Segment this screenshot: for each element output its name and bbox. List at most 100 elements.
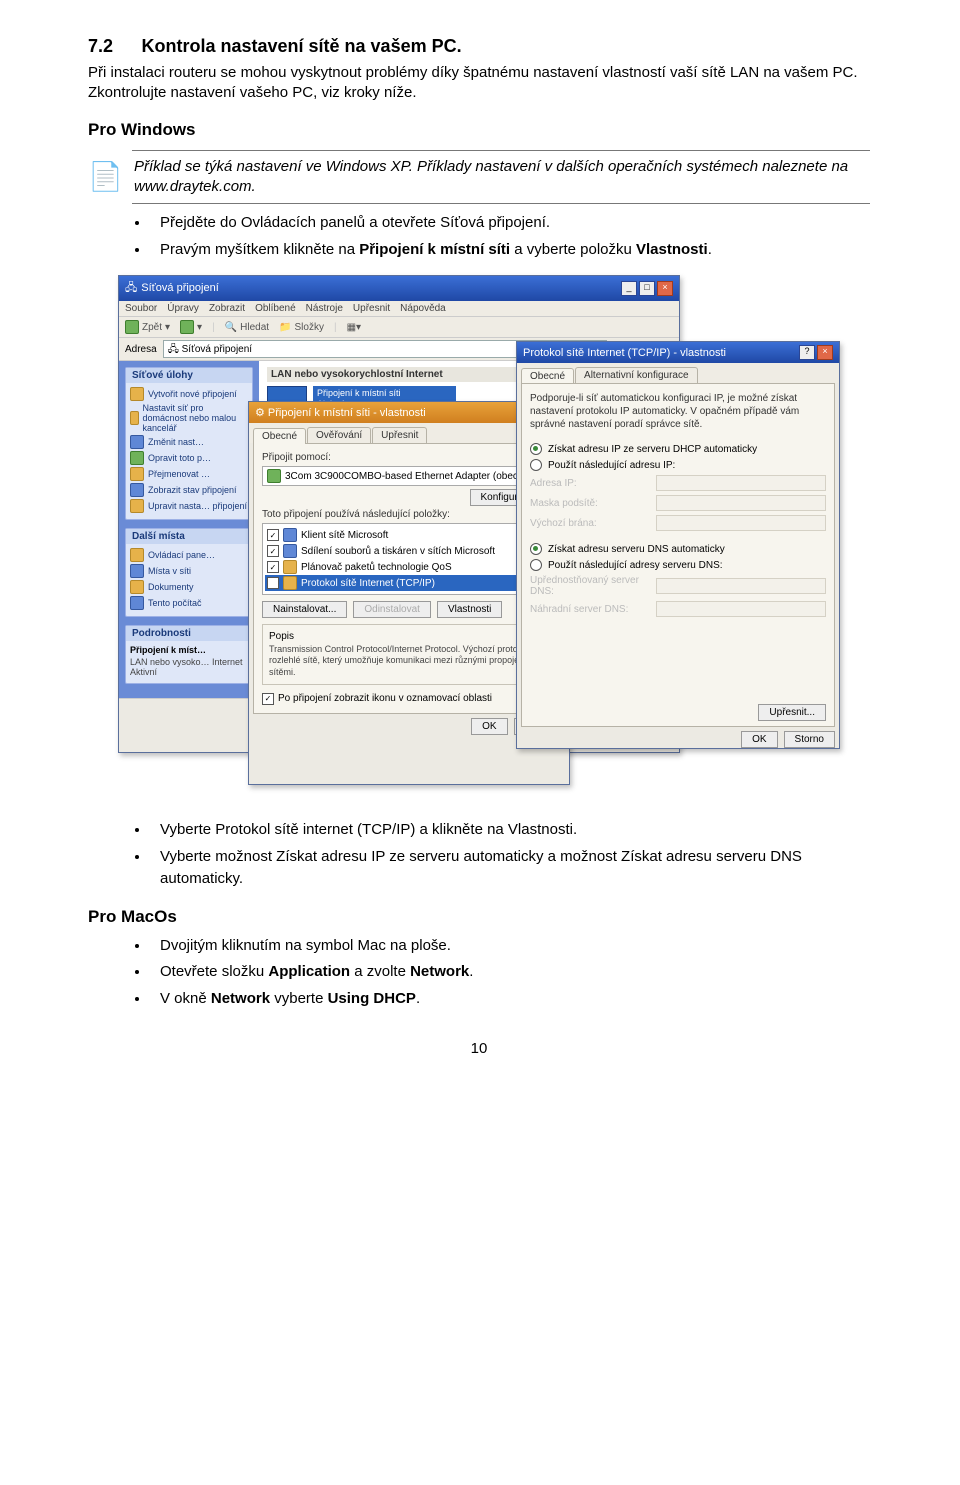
tcpip-intro: Podporuje-li síť automatickou konfigurac… (530, 392, 826, 431)
menu-item[interactable]: Nápověda (400, 303, 446, 314)
notify-checkbox[interactable]: ✓ (262, 693, 274, 705)
advanced-button[interactable]: Upřesnit... (758, 704, 826, 721)
side-item[interactable]: Zobrazit stav připojení (130, 482, 248, 498)
side-item[interactable]: Přejmenovat … (130, 466, 248, 482)
list-item[interactable]: ✓Sdílení souborů a tiskáren v sítích Mic… (265, 543, 553, 559)
back-button[interactable]: Zpět ▾ (125, 320, 170, 334)
menu-item[interactable]: Upřesnit (353, 303, 390, 314)
gateway-field (656, 515, 826, 531)
side-panel-header: Síťové úlohy (126, 368, 252, 383)
dialog-title: ⚙ Připojení k místní síti - vlastnosti (255, 406, 426, 419)
tab-general[interactable]: Obecné (521, 368, 574, 384)
side-item[interactable]: Tento počítač (130, 595, 248, 611)
list-item-selected[interactable]: ✓Protokol sítě Internet (TCP/IP) (265, 575, 553, 591)
tab-alt[interactable]: Alternativní konfigurace (575, 367, 698, 383)
radio-static-ip[interactable] (530, 459, 542, 471)
radio-dhcp-label: Získat adresu IP ze serveru DHCP automat… (548, 444, 757, 455)
page-number: 10 (88, 1040, 870, 1057)
bullet-3b: Otevřete složku Application a zvolte Net… (150, 961, 870, 984)
uninstall-button[interactable]: Odinstalovat (353, 601, 431, 618)
details-lines: LAN nebo vysoko… Internet Aktivní (130, 656, 248, 678)
side-item[interactable]: Upravit nasta… připojení (130, 498, 248, 514)
maximize-button[interactable]: □ (639, 281, 655, 296)
close-button[interactable]: × (657, 281, 673, 296)
menu-item[interactable]: Zobrazit (209, 303, 245, 314)
notify-label: Po připojení zobrazit ikonu v oznamovací… (278, 693, 492, 704)
ok-button[interactable]: OK (471, 718, 507, 735)
ok-button[interactable]: OK (741, 731, 777, 748)
side-panel-header: Podrobnosti (126, 626, 252, 641)
properties-button[interactable]: Vlastnosti (437, 601, 502, 618)
bullet-1a: Přejděte do Ovládacích panelů a otevřete… (150, 212, 870, 235)
note-box: 📄 Příklad se týká nastavení ve Windows X… (88, 150, 870, 205)
close-button[interactable]: × (817, 345, 833, 360)
window-title: 🖧Síťová připojení (125, 279, 219, 298)
views-button[interactable]: ▦▾ (347, 322, 361, 333)
minimize-button[interactable]: _ (621, 281, 637, 296)
details-title: Připojení k míst… (130, 644, 248, 656)
dns1-field (656, 578, 826, 594)
note-icon: 📄 (88, 150, 118, 205)
side-panel-tasks: Síťové úlohy Vytvořit nové připojení Nas… (125, 367, 253, 520)
search-button[interactable]: 🔍 Hledat (225, 322, 269, 333)
side-item[interactable]: Nastavit síť pro domácnost nebo malou ka… (130, 402, 248, 434)
forward-button[interactable]: ▾ (180, 320, 202, 334)
help-button[interactable]: ? (799, 345, 815, 360)
description-box: Popis Transmission Control Protocol/Inte… (262, 624, 556, 685)
bullet-list-1: Přejděte do Ovládacích panelů a otevřete… (150, 212, 870, 261)
list-item[interactable]: ✓Plánovač paketů technologie QoS (265, 559, 553, 575)
side-item[interactable]: Dokumenty (130, 579, 248, 595)
heading-macos: Pro MacOs (88, 907, 870, 927)
toolbar: Zpět ▾ ▾ | 🔍 Hledat 📁 Složky | ▦▾ (119, 317, 679, 338)
dns1-label: Upřednostňovaný server DNS: (530, 575, 650, 597)
adapter-field: 3Com 3C900COMBO-based Ethernet Adapter (… (262, 466, 556, 486)
bullet-1b: Pravým myšítkem klikněte na Připojení k … (150, 239, 870, 262)
side-item[interactable]: Ovládací pane… (130, 547, 248, 563)
tab-panel: Podporuje-li síť automatickou konfigurac… (521, 383, 835, 727)
radio-dns-manual-label: Použít následující adresy serveru DNS: (548, 560, 723, 571)
dns2-field (656, 601, 826, 617)
radio-static-ip-label: Použít následující adresu IP: (548, 460, 675, 471)
install-button[interactable]: Nainstalovat... (262, 601, 347, 618)
bullet-3a: Dvojitým kliknutím na symbol Mac na ploš… (150, 935, 870, 958)
menu-item[interactable]: Nástroje (306, 303, 343, 314)
side-item[interactable]: Změnit nast… (130, 434, 248, 450)
address-label: Adresa (125, 344, 157, 355)
heading-windows: Pro Windows (88, 120, 870, 140)
radio-dns-auto[interactable] (530, 543, 542, 555)
radio-dhcp[interactable] (530, 443, 542, 455)
tab-general[interactable]: Obecné (253, 428, 306, 444)
section-number: 7.2 (88, 36, 113, 57)
menu-item[interactable]: Oblíbené (255, 303, 296, 314)
titlebar: Protokol sítě Internet (TCP/IP) - vlastn… (517, 342, 839, 363)
tab-auth[interactable]: Ověřování (307, 427, 371, 443)
side-panel-places: Další místa Ovládací pane… Místa v síti … (125, 528, 253, 617)
bullet-3c: V okně Network vyberte Using DHCP. (150, 988, 870, 1011)
cancel-button[interactable]: Storno (784, 731, 835, 748)
menubar: Soubor Úpravy Zobrazit Oblíbené Nástroje… (119, 301, 679, 317)
side-item[interactable]: Vytvořit nové připojení (130, 386, 248, 402)
titlebar: 🖧Síťová připojení _ □ × (119, 276, 679, 301)
screenshot-composite: 🖧Síťová připojení _ □ × Soubor Úpravy Zo… (118, 275, 838, 805)
side-panel-details: Podrobnosti Připojení k míst… LAN nebo v… (125, 625, 253, 684)
intro-paragraph: Při instalaci routeru se mohou vyskytnou… (88, 63, 870, 104)
menu-item[interactable]: Úpravy (167, 303, 199, 314)
component-list[interactable]: ✓Klient sítě Microsoft ✓Sdílení souborů … (262, 523, 556, 595)
folders-button[interactable]: 📁 Složky (279, 322, 324, 333)
side-item[interactable]: Opravit toto p… (130, 450, 248, 466)
mask-field (656, 495, 826, 511)
dns2-label: Náhradní server DNS: (530, 604, 650, 615)
list-item[interactable]: ✓Klient sítě Microsoft (265, 527, 553, 543)
side-item[interactable]: Místa v síti (130, 563, 248, 579)
gateway-label: Výchozí brána: (530, 518, 650, 529)
radio-dns-auto-label: Získat adresu serveru DNS automaticky (548, 544, 725, 555)
dialog-tcpip-properties: Protokol sítě Internet (TCP/IP) - vlastn… (516, 341, 840, 749)
tab-advanced[interactable]: Upřesnit (372, 427, 427, 443)
bullet-2a: Vyberte Protokol sítě internet (TCP/IP) … (150, 819, 870, 842)
desc-text: Transmission Control Protocol/Internet P… (269, 644, 549, 678)
menu-item[interactable]: Soubor (125, 303, 157, 314)
radio-dns-manual[interactable] (530, 559, 542, 571)
section-title: Kontrola nastavení sítě na vašem PC. (141, 36, 461, 56)
bullet-2b: Vyberte možnost Získat adresu IP ze serv… (150, 846, 870, 891)
tile-line: Připojení k místní síti (317, 388, 452, 399)
